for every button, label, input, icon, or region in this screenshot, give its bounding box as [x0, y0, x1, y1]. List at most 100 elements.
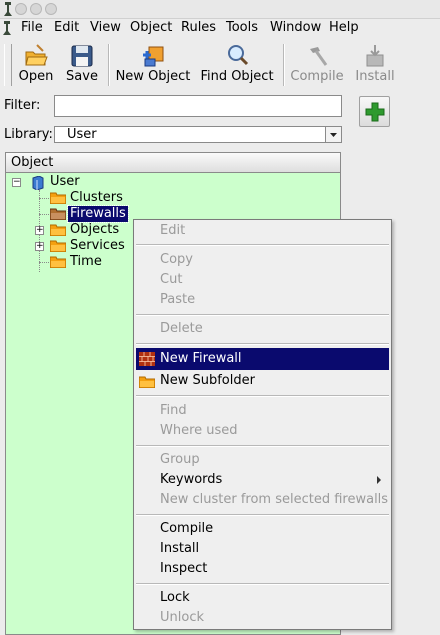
context-menu-item-label: Install	[160, 541, 200, 556]
context-menu-item-label: Inspect	[160, 561, 208, 576]
compile-button-label: Compile	[290, 69, 344, 84]
find-object-button-label: Find Object	[200, 69, 274, 84]
context-menu-inspect[interactable]: Inspect	[136, 559, 389, 579]
install-icon	[362, 43, 388, 69]
menu-tools[interactable]: Tools	[226, 20, 258, 35]
context-menu: Edit Copy Cut Paste Delete New Firewall …	[133, 219, 392, 630]
save-button[interactable]: Save	[62, 40, 102, 88]
context-menu-item-label: New cluster from selected firewalls	[160, 492, 389, 507]
context-menu-item-label: Unlock	[160, 610, 204, 625]
toolbar-separator	[283, 44, 284, 86]
context-menu-item-label: Group	[160, 452, 200, 467]
context-menu-item-label: Where used	[160, 423, 238, 438]
context-menu-separator	[136, 445, 389, 447]
save-button-label: Save	[66, 69, 98, 84]
new-object-button-label: New Object	[115, 69, 191, 84]
context-menu-lock[interactable]: Lock	[136, 588, 389, 608]
menu-file-icon-holder	[1, 20, 13, 40]
floppy-disk-icon	[69, 43, 95, 69]
hammer-icon	[304, 43, 330, 69]
tree-item-label: Services	[70, 238, 125, 253]
context-menu-item-label: Delete	[160, 321, 203, 336]
find-object-button[interactable]: Find Object	[199, 40, 275, 88]
toolbar: Open Save New Object Find Object Compile…	[0, 40, 440, 90]
new-object-icon	[140, 43, 166, 69]
tree-item-label: Time	[70, 254, 102, 269]
submenu-arrow-icon	[377, 476, 381, 484]
tree-column-header-label: Object	[11, 155, 54, 170]
context-menu-item-label: Lock	[160, 590, 190, 605]
context-menu-keywords[interactable]: Keywords	[136, 470, 389, 490]
context-menu-item-label: Find	[160, 403, 187, 418]
menu-file[interactable]: File	[21, 20, 43, 35]
tree-item-label: Firewalls	[67, 205, 129, 223]
menu-object[interactable]: Object	[130, 20, 172, 35]
context-menu-item-label: New Subfolder	[160, 373, 255, 388]
folder-icon	[49, 208, 67, 221]
firewall-brick-icon	[139, 352, 155, 366]
context-menu-unlock[interactable]: Unlock	[136, 608, 389, 628]
menu-edit[interactable]: Edit	[54, 20, 79, 35]
tree-item-label: Clusters	[70, 190, 123, 205]
tree-item-label: User	[50, 174, 80, 189]
context-menu-edit[interactable]: Edit	[136, 221, 389, 241]
open-button-label: Open	[18, 69, 54, 84]
menu-view[interactable]: View	[90, 20, 121, 35]
context-menu-where-used[interactable]: Where used	[136, 421, 389, 441]
tree-column-header[interactable]: Object	[5, 152, 341, 173]
context-menu-paste[interactable]: Paste	[136, 290, 389, 310]
library-select[interactable]: User	[54, 126, 342, 143]
window-minimize-button[interactable]	[30, 3, 42, 15]
context-menu-delete[interactable]: Delete	[136, 319, 389, 339]
context-menu-install[interactable]: Install	[136, 539, 389, 559]
menu-rules[interactable]: Rules	[181, 20, 216, 35]
folder-icon	[138, 375, 156, 389]
tree-connector	[39, 262, 49, 263]
context-menu-item-label: Edit	[160, 223, 186, 238]
folder-icon	[49, 240, 67, 253]
context-menu-group[interactable]: Group	[136, 450, 389, 470]
add-button[interactable]	[359, 96, 390, 127]
folder-icon	[49, 256, 67, 269]
tree-expand-toggle[interactable]: +	[35, 242, 44, 251]
context-menu-item-label: Cut	[160, 272, 183, 287]
tree-item-label: Objects	[70, 222, 120, 237]
open-button[interactable]: Open	[14, 40, 58, 88]
context-menu-item-label: Keywords	[160, 472, 223, 487]
context-menu-separator	[136, 343, 389, 345]
context-menu-separator	[136, 514, 389, 516]
context-menu-compile[interactable]: Compile	[136, 519, 389, 539]
context-menu-new-firewall[interactable]: New Firewall	[136, 348, 389, 370]
window-zoom-button[interactable]	[45, 3, 57, 15]
menu-window[interactable]: Window	[270, 20, 321, 35]
dropdown-arrow-icon[interactable]	[325, 127, 341, 142]
context-menu-cut[interactable]: Cut	[136, 270, 389, 290]
context-menu-new-cluster[interactable]: New cluster from selected firewalls	[136, 490, 389, 510]
window-close-button[interactable]	[15, 3, 27, 15]
context-menu-separator	[136, 244, 389, 246]
library-selected-value: User	[67, 127, 97, 142]
context-menu-item-label: New Firewall	[160, 351, 242, 366]
context-menu-separator	[136, 583, 389, 585]
context-menu-copy[interactable]: Copy	[136, 250, 389, 270]
context-menu-item-label: Compile	[160, 521, 214, 536]
menubar: File Edit View Object Rules Tools Window…	[0, 19, 440, 38]
menu-help[interactable]: Help	[329, 20, 359, 35]
tree-expand-toggle[interactable]: +	[35, 226, 44, 235]
context-menu-new-subfolder[interactable]: New Subfolder	[136, 371, 389, 391]
window-title-bar	[0, 0, 440, 19]
folder-icon	[49, 192, 67, 205]
context-menu-item-label: Paste	[160, 292, 196, 307]
app-icon	[3, 1, 13, 17]
filter-input[interactable]	[54, 95, 342, 117]
toolbar-separator	[108, 44, 109, 86]
new-object-button[interactable]: New Object	[114, 40, 192, 88]
context-menu-find[interactable]: Find	[136, 401, 389, 421]
toolbar-grip[interactable]	[4, 44, 12, 86]
magnifier-icon	[224, 43, 250, 69]
tree-collapse-toggle[interactable]: −	[12, 178, 21, 187]
compile-button[interactable]: Compile	[289, 40, 345, 88]
install-button-label: Install	[355, 69, 395, 84]
install-button[interactable]: Install	[351, 40, 399, 88]
library-label: Library:	[4, 127, 53, 142]
